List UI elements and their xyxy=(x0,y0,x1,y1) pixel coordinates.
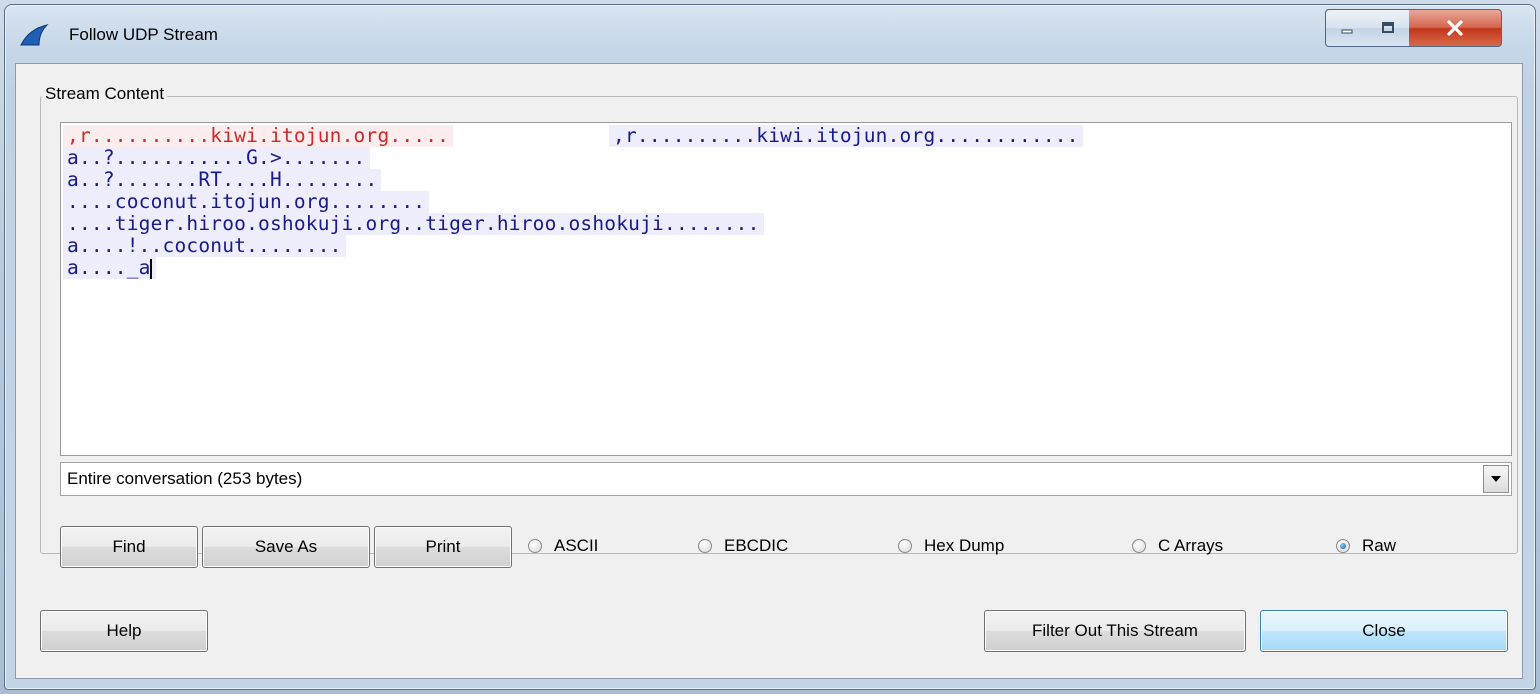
minimize-button[interactable] xyxy=(1325,9,1369,47)
radio-ascii[interactable]: ASCII xyxy=(528,534,598,558)
stream-line: a...._a xyxy=(63,257,156,279)
radio-c-arrays[interactable]: C Arrays xyxy=(1132,534,1223,558)
window-title: Follow UDP Stream xyxy=(69,25,218,44)
stream-line: ,r..........kiwi.itojun.org............ xyxy=(609,125,1083,147)
conversation-select[interactable]: Entire conversation (253 bytes) xyxy=(60,462,1512,496)
maximize-button[interactable] xyxy=(1367,9,1410,47)
help-button[interactable]: Help xyxy=(40,610,208,652)
radio-hex-dump[interactable]: Hex Dump xyxy=(898,534,1004,558)
close-button[interactable]: Close xyxy=(1260,610,1508,652)
stream-line: a..?...........G.>....... xyxy=(63,147,370,169)
chevron-down-icon xyxy=(1491,476,1501,482)
dropdown-button[interactable] xyxy=(1483,465,1509,493)
conversation-select-value: Entire conversation (253 bytes) xyxy=(67,469,303,488)
close-icon xyxy=(1447,20,1463,36)
shark-fin-icon xyxy=(20,24,49,46)
radio-circle xyxy=(528,539,542,553)
stream-content-label: Stream Content xyxy=(42,84,168,104)
title-bar[interactable]: Follow UDP Stream xyxy=(5,5,1535,61)
dialog-client-area: Stream Content ,r..........kiwi.itojun.o… xyxy=(15,63,1523,679)
filter-out-stream-button[interactable]: Filter Out This Stream xyxy=(984,610,1246,652)
radio-ebcdic[interactable]: EBCDIC xyxy=(698,534,788,558)
stream-content-area[interactable]: ,r..........kiwi.itojun.org..... ,r.....… xyxy=(60,122,1512,456)
follow-udp-stream-window: Follow UDP Stream Stream Content ,r.....… xyxy=(4,4,1536,690)
maximize-icon xyxy=(1382,22,1394,33)
text-caret xyxy=(149,258,152,279)
stream-line: ,r..........kiwi.itojun.org..... xyxy=(63,125,454,147)
radio-circle xyxy=(1132,539,1146,553)
close-window-button[interactable] xyxy=(1409,9,1502,47)
print-button[interactable]: Print xyxy=(374,526,512,568)
stream-line: a..?.......RT....H........ xyxy=(63,169,382,191)
radio-raw[interactable]: Raw xyxy=(1336,534,1396,558)
stream-line: ....tiger.hiroo.oshokuji.org..tiger.hiro… xyxy=(63,213,764,235)
stream-line: ....coconut.itojun.org........ xyxy=(63,191,430,213)
stream-line: a....!..coconut........ xyxy=(63,235,346,257)
minimize-icon xyxy=(1341,29,1353,34)
radio-circle-checked xyxy=(1336,539,1350,553)
radio-circle xyxy=(698,539,712,553)
save-as-button[interactable]: Save As xyxy=(202,526,370,568)
radio-circle xyxy=(898,539,912,553)
find-button[interactable]: Find xyxy=(60,526,198,568)
